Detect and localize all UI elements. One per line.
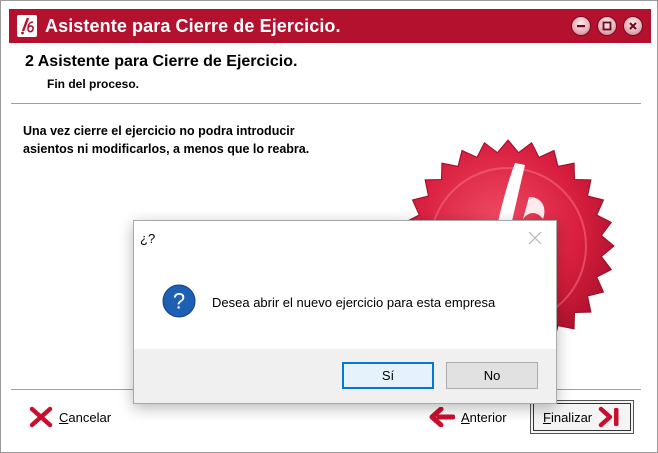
minimize-icon[interactable] [571,16,591,36]
finish-button[interactable]: Finalizar [530,400,634,434]
confirm-dialog: ¿? ? Desea abrir el nuevo ejercicio para… [133,220,557,404]
no-button[interactable]: No [446,362,538,389]
wizard-message-line: asientos ni modificarlos, a menos que lo… [23,142,310,156]
cancel-label: Cancelar [59,409,112,425]
dialog-title: ¿? [140,231,156,246]
cancel-button[interactable]: Cancelar [29,402,111,432]
step-subtitle: Fin del proceso. [47,77,140,91]
app-logo-icon [17,15,37,37]
header-divider [11,103,641,104]
dialog-message: Desea abrir el nuevo ejercicio para esta… [212,295,496,310]
left-arrow-icon [429,407,455,427]
finish-arrow-icon [598,406,619,428]
maximize-icon[interactable] [597,16,617,36]
previous-label: Anterior [461,409,507,425]
step-title: 2 Asistente para Cierre de Ejercicio. [25,53,298,70]
title-bar: Asistente para Cierre de Ejercicio. [9,9,651,43]
window-title: Asistente para Cierre de Ejercicio. [45,15,341,36]
dialog-close-icon[interactable] [528,231,542,245]
question-icon: ? [162,284,196,318]
wizard-message: Una vez cierre el ejercicio no podra int… [23,122,383,158]
wizard-window: Asistente para Cierre de Ejercicio. 2 As… [0,0,658,453]
previous-button[interactable]: Anterior [429,402,507,432]
red-x-icon [29,406,53,428]
dialog-button-bar: Sí No [134,349,556,403]
close-icon[interactable] [623,16,643,36]
finish-label: Finalizar [543,409,593,425]
wizard-message-line: Una vez cierre el ejercicio no podra int… [23,124,295,138]
svg-text:?: ? [173,289,185,314]
step-header: 2 Asistente para Cierre de Ejercicio. Fi… [25,53,297,91]
yes-button[interactable]: Sí [342,362,434,389]
